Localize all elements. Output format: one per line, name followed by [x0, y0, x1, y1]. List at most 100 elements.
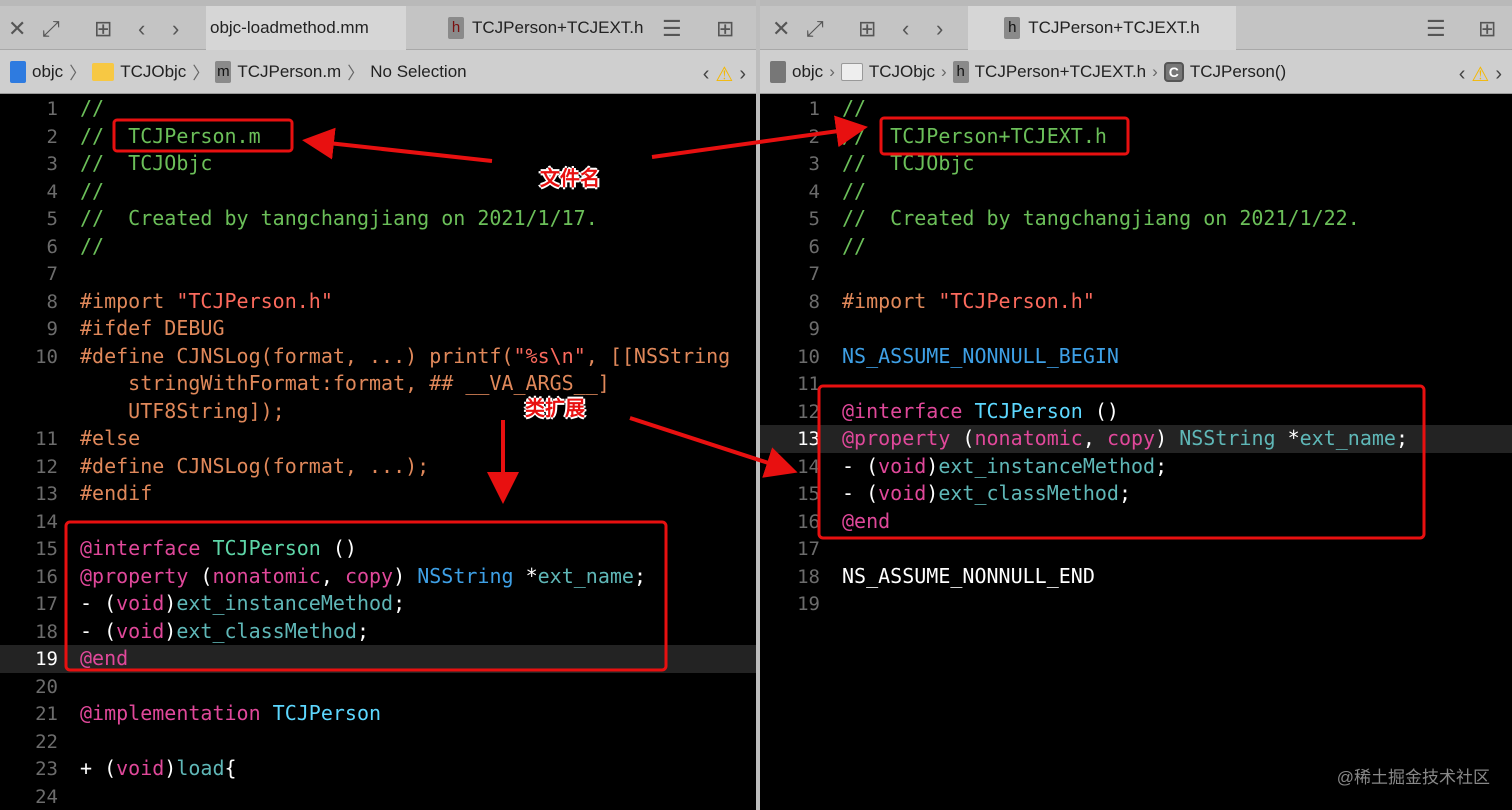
- code-line[interactable]: 16 @property (nonatomic, copy) NSString *…: [0, 563, 756, 591]
- line-number: 4: [46, 180, 58, 203]
- code-line[interactable]: 23 + (void)load{: [0, 755, 756, 783]
- code-line[interactable]: 21 @implementation TCJPerson: [0, 700, 756, 728]
- code-editor[interactable]: 1//2// TCJPerson+TCJEXT.h 3// TCJObjc 4//5…: [760, 95, 1512, 618]
- code-token: nonatomic: [974, 426, 1083, 450]
- code-line[interactable]: 8 #import "TCJPerson.h": [0, 288, 756, 316]
- code-line[interactable]: 6 //: [0, 233, 756, 261]
- forward-icon[interactable]: ›: [172, 16, 179, 42]
- code-line[interactable]: 1 //: [0, 95, 756, 123]
- code-line[interactable]: stringWithFormat:format, ## __VA_ARGS__]: [0, 370, 756, 398]
- code-line[interactable]: 24: [0, 783, 756, 810]
- code-line[interactable]: 11: [760, 370, 1512, 398]
- code-token: ext_classMethod: [938, 481, 1119, 505]
- line-number: 2: [808, 125, 820, 148]
- code-line[interactable]: UTF8String]);: [0, 398, 756, 426]
- forward-icon[interactable]: ›: [936, 16, 943, 42]
- code-line[interactable]: 15 @interface TCJPerson (): [0, 535, 756, 563]
- code-line[interactable]: 5 // Created by tangchangjiang on 2021/1/…: [0, 205, 756, 233]
- code-line[interactable]: 7: [0, 260, 756, 288]
- crumb-folder[interactable]: TCJObjc: [840, 62, 935, 82]
- code-line[interactable]: 14: [0, 508, 756, 536]
- code-token: ;: [1118, 481, 1132, 505]
- close-icon[interactable]: ✕: [772, 16, 790, 42]
- close-icon[interactable]: ✕: [8, 16, 26, 42]
- line-number: 11: [35, 428, 58, 450]
- code-line[interactable]: 2 // TCJPerson.m: [0, 123, 756, 151]
- code-text: - (void)ext_instanceMethod;: [842, 453, 1167, 481]
- prev-issue-icon[interactable]: ‹: [703, 63, 710, 86]
- code-token: @end: [842, 508, 891, 533]
- warning-icon[interactable]: ⚠: [1471, 62, 1489, 87]
- line-number: 16: [35, 565, 58, 588]
- code-line[interactable]: 5 // Created by tangchangjiang on 2021/1/…: [760, 205, 1512, 233]
- crumb-project[interactable]: objc: [770, 60, 823, 83]
- code-line[interactable]: 22: [0, 728, 756, 756]
- code-line[interactable]: 12 @interface TCJPerson (): [760, 398, 1512, 426]
- crumb-project[interactable]: objc: [10, 60, 63, 83]
- back-icon[interactable]: ‹: [902, 16, 909, 42]
- code-line[interactable]: 10 NS_ASSUME_NONNULL_BEGIN: [760, 343, 1512, 371]
- add-editor-icon[interactable]: ⊞: [716, 16, 734, 42]
- editor-options-icon[interactable]: ☰: [1426, 16, 1446, 42]
- code-line[interactable]: 14 - (void)ext_instanceMethod;: [760, 453, 1512, 481]
- code-line[interactable]: 4 //: [0, 178, 756, 206]
- code-line[interactable]: 2 // TCJPerson+TCJEXT.h: [760, 123, 1512, 151]
- crumb-file[interactable]: h TCJPerson+TCJEXT.h: [952, 60, 1146, 83]
- next-issue-icon[interactable]: ›: [739, 63, 746, 86]
- related-items-icon[interactable]: ⊞: [858, 16, 876, 42]
- prev-issue-icon[interactable]: ‹: [1459, 63, 1466, 86]
- class-icon: C: [1163, 61, 1184, 82]
- code-line[interactable]: 13 @property (nonatomic, copy) NSString *…: [760, 425, 1512, 453]
- code-line[interactable]: 6 //: [760, 233, 1512, 261]
- tab-tcjperson-tcjext[interactable]: h TCJPerson+TCJEXT.h: [448, 6, 648, 50]
- code-line[interactable]: 19 @end: [0, 645, 756, 673]
- code-line[interactable]: 9: [760, 315, 1512, 343]
- code-line[interactable]: 3 // TCJObjc: [0, 150, 756, 178]
- code-line[interactable]: 10 #define CJNSLog(format, ...) printf("%…: [0, 343, 756, 371]
- code-token: ;: [633, 563, 646, 588]
- code-line[interactable]: 18 - (void)ext_classMethod;: [0, 618, 756, 646]
- code-line[interactable]: 3 // TCJObjc: [760, 150, 1512, 178]
- folder-icon: [840, 62, 863, 81]
- add-editor-icon[interactable]: ⊞: [1478, 16, 1496, 42]
- code-line[interactable]: 1 //: [760, 95, 1512, 123]
- code-line[interactable]: 13 #endif: [0, 480, 756, 508]
- code-token: // Created by tangchangjiang on 2021/1/1…: [80, 206, 598, 230]
- expand-icon[interactable]: ⤢: [806, 16, 824, 42]
- line-number: 23: [35, 758, 58, 780]
- related-items-icon[interactable]: ⊞: [94, 16, 112, 42]
- code-editor[interactable]: 1 // 2 // TCJPerson.m 3 // TCJObjc 4 // 5 // Crea…: [0, 95, 756, 810]
- back-icon[interactable]: ‹: [138, 16, 145, 42]
- tab-tcjperson-tcjext[interactable]: h TCJPerson+TCJEXT.h: [968, 6, 1236, 50]
- code-line[interactable]: 17: [760, 535, 1512, 563]
- code-line[interactable]: 12 #define CJNSLog(format, ...);: [0, 453, 756, 481]
- code-line[interactable]: 4 //: [760, 178, 1512, 206]
- code-line[interactable]: 15 - (void)ext_classMethod;: [760, 480, 1512, 508]
- next-issue-icon[interactable]: ›: [1495, 63, 1502, 86]
- tab-objc-loadmethod[interactable]: objc-loadmethod.mm: [206, 6, 406, 50]
- code-line[interactable]: 7: [760, 260, 1512, 288]
- code-token: ): [164, 618, 177, 643]
- line-number: 3: [808, 153, 820, 175]
- crumb-symbol[interactable]: No Selection: [370, 62, 466, 82]
- code-line[interactable]: 8 #import "TCJPerson.h": [760, 288, 1512, 316]
- crumb-file[interactable]: m TCJPerson.m: [215, 60, 341, 83]
- code-line[interactable]: 19: [760, 590, 1512, 618]
- code-line[interactable]: 20: [0, 673, 756, 701]
- line-number: 19: [797, 593, 820, 615]
- expand-icon[interactable]: ⤢: [42, 16, 60, 42]
- crumb-folder[interactable]: TCJObjc: [92, 62, 186, 82]
- line-number: 15: [797, 483, 820, 505]
- code-line[interactable]: 18 NS_ASSUME_NONNULL_END: [760, 563, 1512, 591]
- code-line[interactable]: 17 - (void)ext_instanceMethod;: [0, 590, 756, 618]
- header-file-icon: h: [448, 17, 464, 39]
- code-line[interactable]: 16 @end: [760, 508, 1512, 536]
- crumb-symbol[interactable]: C TCJPerson(): [1163, 61, 1286, 82]
- code-text: @interface TCJPerson (): [842, 398, 1119, 426]
- code-line[interactable]: 11 #else: [0, 425, 756, 453]
- code-line[interactable]: 9 #ifdef DEBUG: [0, 315, 756, 343]
- warning-icon[interactable]: ⚠: [715, 62, 733, 87]
- code-token: TCJPerson: [272, 701, 382, 725]
- code-token: ): [1155, 426, 1180, 450]
- editor-options-icon[interactable]: ☰: [662, 16, 682, 42]
